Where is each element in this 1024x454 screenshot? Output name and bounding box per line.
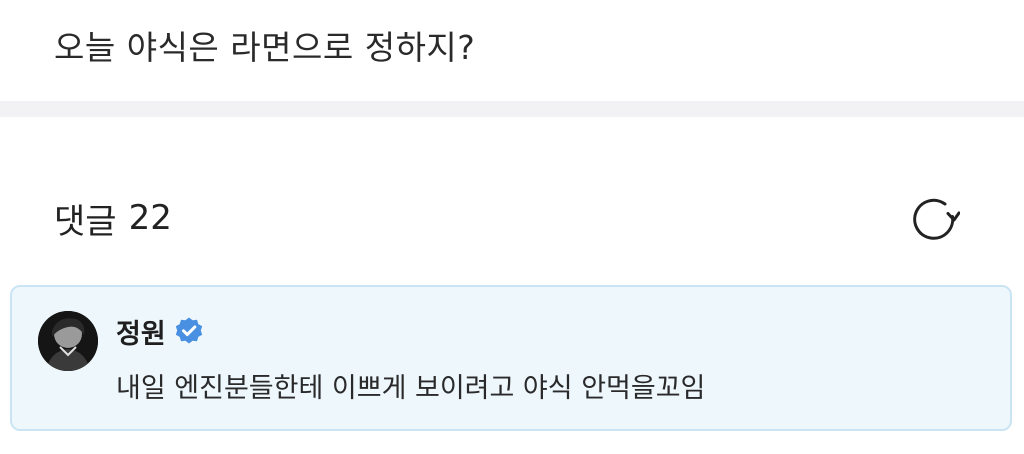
comment-text: 내일 엔진분들한테 이쁘게 보이려고 야식 안먹을꼬임	[116, 373, 706, 404]
comment-author-name[interactable]: 정원	[116, 312, 166, 351]
comment-author-row: 정원	[116, 311, 204, 351]
avatar[interactable]	[38, 311, 98, 371]
comments-count: 22	[128, 198, 172, 238]
avatar-image	[38, 311, 98, 371]
post-page: 오늘 야식은 라면으로 정하지? 댓글 22 정원 내일 엔진분들한테 이쁘게 …	[0, 0, 1024, 454]
refresh-icon	[913, 198, 960, 240]
comment-card: 정원 내일 엔진분들한테 이쁘게 보이려고 야식 안먹을꼬임	[10, 285, 1012, 431]
comments-header: 댓글 22	[54, 194, 172, 242]
section-divider	[0, 101, 1024, 117]
verified-badge-icon	[174, 316, 204, 346]
refresh-button[interactable]	[908, 193, 960, 245]
post-body-text: 오늘 야식은 라면으로 정하지?	[54, 28, 476, 67]
comments-label: 댓글	[54, 201, 117, 242]
